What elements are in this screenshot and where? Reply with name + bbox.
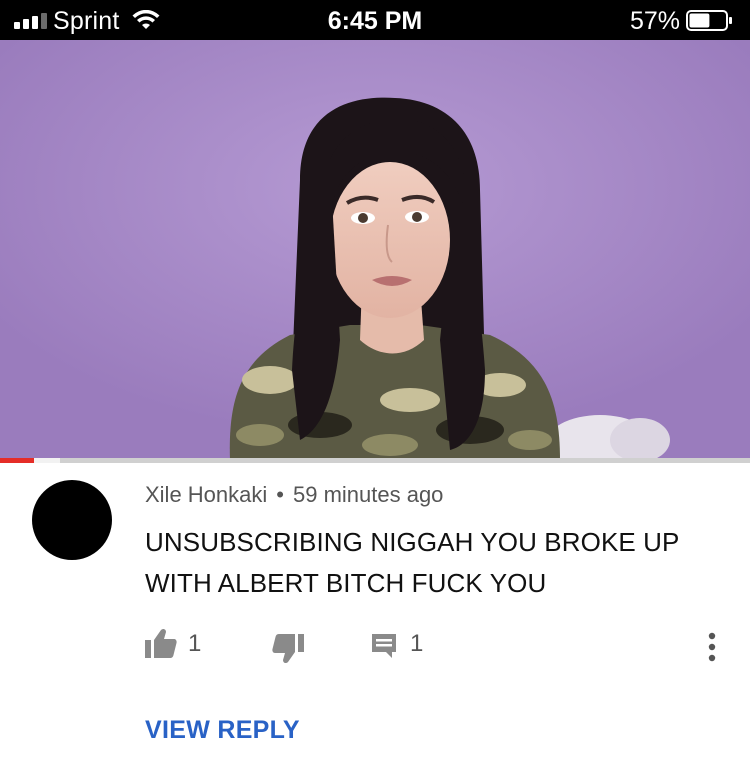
reply-count: 1 — [410, 630, 424, 657]
thumbs-up-icon[interactable] — [145, 628, 177, 658]
video-played-bar — [0, 458, 34, 463]
comment-icon[interactable] — [370, 632, 398, 660]
battery-icon — [686, 10, 732, 31]
comment-text: UNSUBSCRIBING NIGGAH YOU BROKE UP WITH A… — [145, 527, 680, 598]
meta-separator: • — [276, 482, 284, 507]
comment-timestamp: 59 minutes ago — [292, 482, 444, 507]
battery-percent: 57% — [629, 7, 680, 35]
status-bar: Sprint 6:45 PM 57% — [0, 0, 750, 40]
comment-actions: 1 1 — [0, 622, 750, 672]
comment-author[interactable]: Xile Honkaki — [145, 482, 267, 507]
view-reply-link[interactable]: VIEW REPLY — [145, 716, 300, 745]
thumbs-down-icon[interactable] — [272, 634, 304, 664]
video-player[interactable] — [0, 40, 750, 460]
like-count: 1 — [188, 630, 202, 657]
video-progress-bar[interactable] — [0, 458, 750, 463]
avatar[interactable] — [32, 480, 112, 560]
comment-meta: Xile Honkaki • 59 minutes ago — [145, 482, 443, 508]
more-vertical-icon[interactable] — [704, 632, 720, 662]
video-frame — [0, 40, 750, 460]
